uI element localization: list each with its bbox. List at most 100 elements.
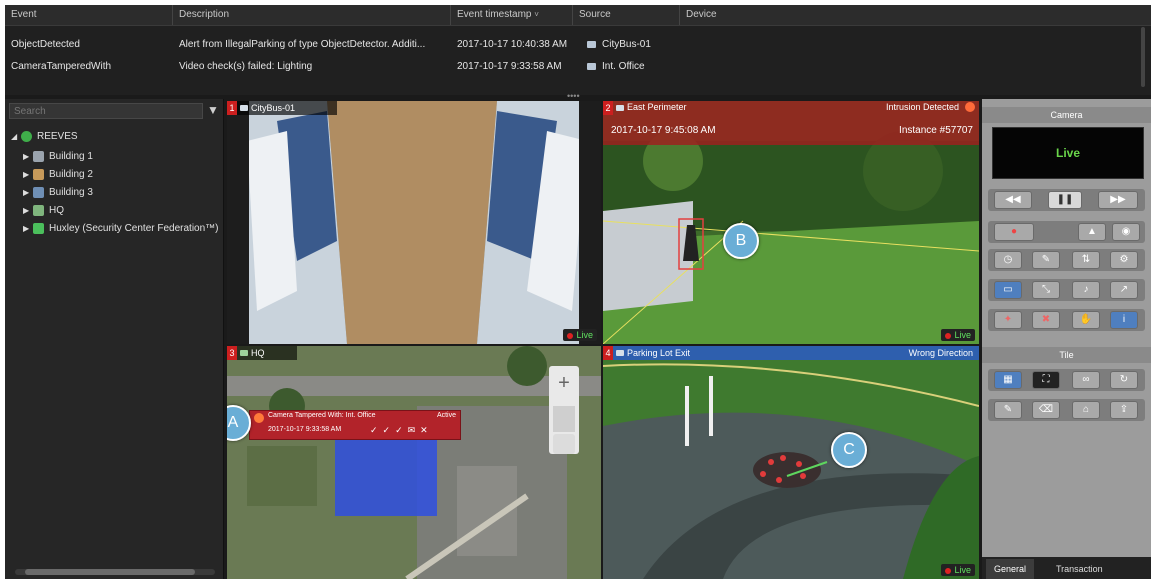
map-tile-3[interactable]: 3 HQ + − Camera Tampered With: Int. Offi… bbox=[227, 346, 601, 579]
building-icon bbox=[33, 186, 44, 198]
alert-instance: Instance #57707 bbox=[899, 125, 973, 136]
col-timestamp[interactable]: Event timestamp ˅ bbox=[451, 5, 573, 25]
event-source-label: CityBus-01 bbox=[602, 39, 651, 50]
tree-item-building-1[interactable]: ▶ Building 1 bbox=[23, 149, 93, 165]
system-icon bbox=[21, 130, 32, 142]
eraser-button[interactable]: ⌫ bbox=[1032, 401, 1060, 419]
camera-tools-row-4: ✦ ✖ ✋ i bbox=[988, 309, 1145, 331]
video-tile-2[interactable]: 2 East Perimeter Intrusion Detected 2017… bbox=[603, 101, 979, 344]
tree-item-label: Building 2 bbox=[49, 169, 93, 180]
expand-right-icon[interactable]: ▶ bbox=[23, 149, 33, 165]
camera-icon bbox=[616, 350, 624, 356]
tile-header: 3 HQ bbox=[227, 346, 297, 360]
event-name: CameraTamperedWith bbox=[11, 61, 112, 72]
alarm-actions-icons[interactable]: ✓✓✓✉✕ bbox=[370, 425, 433, 436]
zoom-button[interactable]: ⤡ bbox=[1032, 281, 1060, 299]
camera-icon bbox=[616, 105, 624, 111]
record-icon bbox=[567, 332, 574, 339]
tile-map-name: HQ bbox=[251, 348, 265, 358]
bookmark-button[interactable]: ✎ bbox=[1032, 251, 1060, 269]
live-badge: Live bbox=[563, 329, 597, 341]
tab-transaction[interactable]: Transaction bbox=[1048, 559, 1111, 579]
tree-root[interactable]: ◢ REEVES bbox=[11, 129, 78, 145]
event-name: ObjectDetected bbox=[11, 39, 80, 50]
video-tile-4[interactable]: 4 Parking Lot Exit Wrong Direction Live … bbox=[603, 346, 979, 579]
camera-icon bbox=[240, 105, 248, 111]
record-button[interactable]: ● bbox=[994, 223, 1034, 241]
search-input[interactable] bbox=[9, 103, 203, 119]
tab-general[interactable]: General bbox=[986, 559, 1035, 579]
expand-right-icon[interactable]: ▶ bbox=[23, 221, 33, 237]
visibility-button[interactable]: ◉ bbox=[1112, 223, 1140, 241]
snapshot-button[interactable]: ▲ bbox=[1078, 223, 1106, 241]
pause-button[interactable]: ❚❚ bbox=[1048, 191, 1082, 209]
col-source[interactable]: Source bbox=[573, 5, 680, 25]
home-button[interactable]: ⌂ bbox=[1072, 401, 1100, 419]
col-event[interactable]: Event bbox=[5, 5, 173, 25]
tile-number: 2 bbox=[603, 101, 613, 115]
clock-button[interactable]: ◷ bbox=[994, 251, 1022, 269]
alert-title: Wrong Direction bbox=[908, 348, 973, 358]
event-row[interactable]: ObjectDetected Alert from IllegalParking… bbox=[5, 35, 1145, 55]
event-timestamp: 2017-10-17 10:40:38 AM bbox=[457, 39, 568, 50]
tree-scrollbar[interactable] bbox=[15, 569, 215, 575]
satellite-map bbox=[227, 346, 601, 579]
expand-right-icon[interactable]: ▶ bbox=[23, 203, 33, 219]
refresh-button[interactable]: ↻ bbox=[1110, 371, 1138, 389]
ptz-button[interactable]: ⇅ bbox=[1072, 251, 1100, 269]
tree-item-building-3[interactable]: ▶ Building 3 bbox=[23, 185, 93, 201]
settings-button[interactable]: ⚙ bbox=[1110, 251, 1138, 269]
expand-down-icon[interactable]: ◢ bbox=[11, 129, 21, 145]
tile-camera-name: CityBus-01 bbox=[251, 103, 296, 113]
alarm-button[interactable]: ✦ bbox=[994, 311, 1022, 329]
fullscreen-button[interactable]: ⛶ bbox=[1032, 371, 1060, 389]
alert-overlay: 2 East Perimeter Intrusion Detected 2017… bbox=[603, 101, 979, 145]
tree-item-building-2[interactable]: ▶ Building 2 bbox=[23, 167, 93, 183]
monitor-button[interactable]: ▭ bbox=[994, 281, 1022, 299]
info-button[interactable]: i bbox=[1110, 311, 1138, 329]
expand-right-icon[interactable]: ▶ bbox=[23, 185, 33, 201]
tile-header: 1 CityBus-01 bbox=[227, 101, 337, 115]
col-device[interactable]: Device bbox=[680, 5, 1147, 25]
event-row[interactable]: CameraTamperedWith Video check(s) failed… bbox=[5, 57, 1145, 77]
digital-zoom-button[interactable]: ↗ bbox=[1110, 281, 1138, 299]
tool-button[interactable]: ✋ bbox=[1072, 311, 1100, 329]
rewind-button[interactable]: ◀◀ bbox=[994, 191, 1032, 209]
tree-item-huxley[interactable]: ▶ Huxley (Security Center Federation™) bbox=[23, 221, 219, 237]
alarm-popup[interactable]: Camera Tampered With: Int. Office Active… bbox=[249, 410, 461, 440]
expand-right-icon[interactable]: ▶ bbox=[23, 167, 33, 183]
tree-item-label: Building 1 bbox=[49, 151, 93, 162]
event-list-scrollbar[interactable] bbox=[1141, 27, 1145, 87]
forward-button[interactable]: ▶▶ bbox=[1098, 191, 1138, 209]
zoom-in-button[interactable]: + bbox=[549, 370, 579, 396]
export-button[interactable]: ⇪ bbox=[1110, 401, 1138, 419]
tree-item-label: Huxley (Security Center Federation™) bbox=[49, 223, 219, 234]
sort-desc-icon: ˅ bbox=[534, 10, 539, 19]
tile-number: 3 bbox=[227, 346, 237, 360]
pen-button[interactable]: ✎ bbox=[994, 401, 1022, 419]
event-description: Alert from IllegalParking of type Object… bbox=[179, 39, 426, 50]
map-layers-icon[interactable] bbox=[553, 434, 575, 454]
tree-item-hq[interactable]: ▶ HQ bbox=[23, 203, 64, 219]
alarm-icon[interactable] bbox=[965, 102, 975, 112]
tree-item-label: HQ bbox=[49, 205, 64, 216]
audio-button[interactable]: ♪ bbox=[1072, 281, 1100, 299]
live-badge: Live bbox=[941, 564, 975, 576]
tree-item-label: Building 3 bbox=[49, 187, 93, 198]
camera-section-title: Camera bbox=[982, 107, 1151, 123]
video-tile-1[interactable]: 1 CityBus-01 Live bbox=[227, 101, 601, 344]
lock-button[interactable]: ✖ bbox=[1032, 311, 1060, 329]
link-button[interactable]: ∞ bbox=[1072, 371, 1100, 389]
resize-grip-icon[interactable]: •••• bbox=[567, 92, 580, 101]
col-event-label: Event bbox=[11, 9, 37, 20]
panel-tabs: General Transaction bbox=[982, 557, 1151, 579]
live-badge: Live bbox=[941, 329, 975, 341]
col-timestamp-label: Event timestamp bbox=[457, 9, 532, 20]
col-description[interactable]: Description bbox=[173, 5, 451, 25]
filter-icon[interactable]: ▼ bbox=[207, 103, 219, 117]
scrollbar-thumb[interactable] bbox=[25, 569, 195, 575]
event-source: CityBus-01 bbox=[581, 35, 680, 55]
event-description: Video check(s) failed: Lighting bbox=[179, 61, 313, 72]
layout-button[interactable]: ▦ bbox=[994, 371, 1022, 389]
tree-root-label: REEVES bbox=[37, 131, 78, 142]
